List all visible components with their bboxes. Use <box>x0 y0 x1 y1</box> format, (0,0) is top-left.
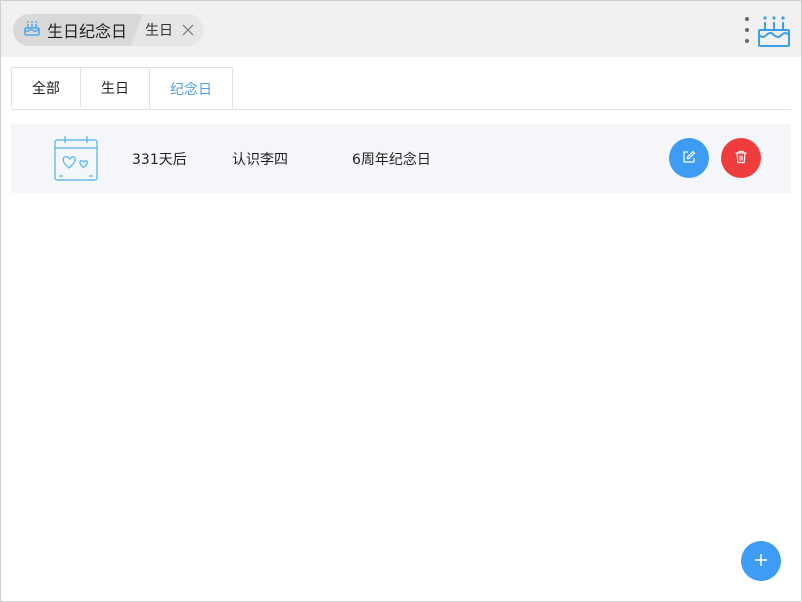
edit-icon <box>682 149 696 168</box>
tab-bar: 全部 生日 纪念日 <box>11 67 791 110</box>
app-title: 生日纪念日 <box>47 22 128 41</box>
more-vertical-icon[interactable] <box>742 17 752 43</box>
tab-label: 生日 <box>101 80 129 97</box>
add-button[interactable] <box>741 541 781 581</box>
birthday-cake-icon <box>23 19 41 41</box>
tab-birthday[interactable]: 生日 <box>80 67 150 107</box>
breadcrumb: 生日纪念日 生日 <box>13 14 203 46</box>
title-bar: 生日纪念日 生日 <box>1 1 801 57</box>
plus-icon <box>754 552 768 571</box>
breadcrumb-tab-label: 生日 <box>145 23 173 39</box>
tab-label: 全部 <box>32 80 60 97</box>
edit-button[interactable] <box>669 138 709 178</box>
breadcrumb-tab[interactable]: 生日 <box>145 14 195 46</box>
tab-all[interactable]: 全部 <box>11 67 81 107</box>
birthday-cake-icon <box>756 13 792 53</box>
calendar-hearts-icon <box>53 135 99 187</box>
event-name: 认识李四 <box>232 151 288 168</box>
close-icon[interactable] <box>181 23 195 37</box>
countdown: 331天后 <box>132 151 187 168</box>
tab-label: 纪念日 <box>170 81 212 98</box>
occasion: 6周年纪念日 <box>352 151 431 168</box>
tab-anniversary[interactable]: 纪念日 <box>149 67 233 109</box>
list-item[interactable]: 331天后 认识李四 6周年纪念日 <box>11 124 791 193</box>
delete-button[interactable] <box>721 138 761 178</box>
app-window: 生日纪念日 生日 全部 生日 纪念日 331天后 认识李四 6周年纪念日 <box>0 0 802 602</box>
breadcrumb-app[interactable]: 生日纪念日 <box>23 14 127 46</box>
trash-icon <box>734 149 748 168</box>
